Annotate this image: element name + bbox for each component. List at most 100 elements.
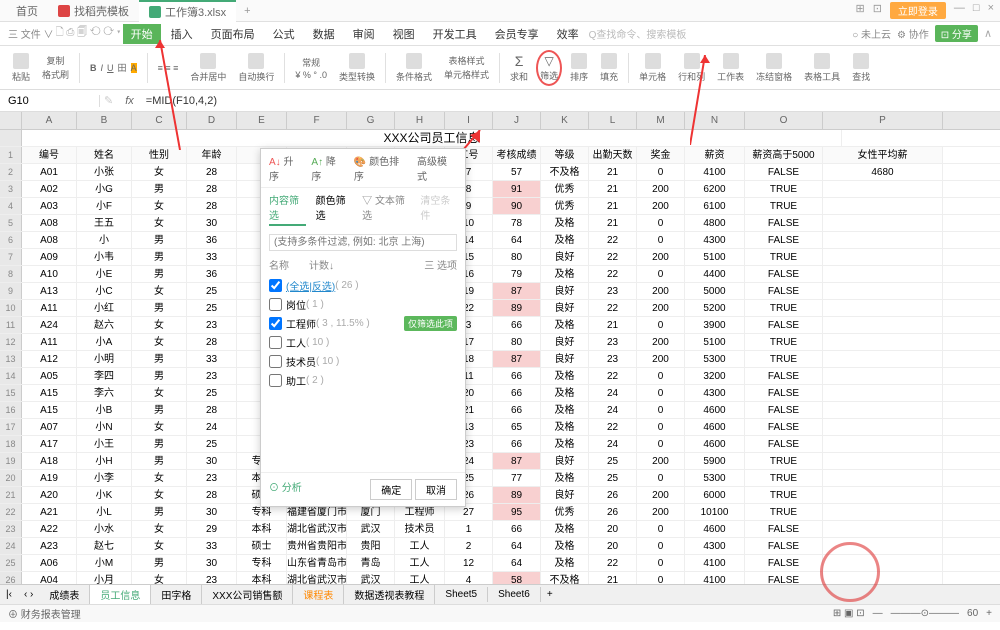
cell[interactable]: 男 [132, 555, 187, 571]
paste-tool[interactable]: 粘贴 [8, 53, 34, 83]
cell[interactable]: TRUE [745, 300, 823, 316]
row-number[interactable]: 4 [0, 198, 22, 214]
cell[interactable]: 小水 [77, 521, 132, 537]
cell[interactable]: 小H [77, 453, 132, 469]
cell[interactable]: 0 [637, 266, 685, 282]
cell[interactable]: 5300 [685, 351, 745, 367]
tab-color-filter[interactable]: 颜色筛选 [316, 192, 353, 226]
row-number[interactable]: 12 [0, 334, 22, 350]
cell[interactable]: 女 [132, 198, 187, 214]
col-header[interactable]: G [347, 112, 395, 129]
cell[interactable]: 64 [493, 555, 541, 571]
sort-tool[interactable]: 排序 [566, 53, 592, 83]
minimize-icon[interactable]: — [954, 2, 965, 19]
cell[interactable]: 80 [493, 249, 541, 265]
filter-item[interactable]: 工人 ( 10 ) [269, 333, 457, 352]
cloud-status[interactable]: ○ 未上云 [852, 26, 891, 41]
sheet-tab[interactable]: 课程表 [293, 585, 344, 604]
cell[interactable]: 87 [493, 351, 541, 367]
cell[interactable]: 87 [493, 283, 541, 299]
number-tools[interactable]: 常规¥ % ° .0 [291, 56, 331, 80]
cell[interactable]: 0 [637, 419, 685, 435]
cell[interactable]: 男 [132, 266, 187, 282]
cell[interactable]: 5300 [685, 470, 745, 486]
cell[interactable] [823, 402, 943, 418]
cell[interactable]: 6200 [685, 181, 745, 197]
cell[interactable]: 28 [187, 198, 237, 214]
cell[interactable]: FALSE [745, 538, 823, 554]
cell[interactable]: 87 [493, 453, 541, 469]
cell[interactable]: A20 [22, 487, 77, 503]
cell[interactable]: 小 [77, 232, 132, 248]
filter-item[interactable]: 助工 ( 2 ) [269, 371, 457, 390]
cell[interactable]: 女 [132, 215, 187, 231]
sum-tool[interactable]: Σ求和 [506, 53, 532, 83]
sort-desc-button[interactable]: A↑ 降序 [311, 153, 345, 183]
cell[interactable]: 21 [589, 198, 637, 214]
zoom-in-icon[interactable]: + [986, 608, 992, 619]
cell[interactable]: 男 [132, 504, 187, 520]
cell[interactable]: 200 [637, 198, 685, 214]
cell[interactable]: 男 [132, 368, 187, 384]
adv-mode-toggle[interactable]: 高级模式 [417, 153, 457, 183]
cell[interactable]: 4100 [685, 164, 745, 180]
cell[interactable] [823, 249, 943, 265]
cell[interactable]: 男 [132, 181, 187, 197]
cell[interactable]: FALSE [745, 283, 823, 299]
row-number[interactable]: 3 [0, 181, 22, 197]
search-box[interactable]: Q查找命令、搜索模板 [589, 26, 687, 41]
tab-templates[interactable]: 找稻壳模板 [48, 1, 139, 21]
cell[interactable]: 200 [637, 453, 685, 469]
col-header[interactable]: K [541, 112, 589, 129]
cell[interactable]: 89 [493, 300, 541, 316]
cell[interactable]: 23 [589, 283, 637, 299]
cell[interactable]: 及格 [541, 368, 589, 384]
cell[interactable]: 25 [187, 436, 237, 452]
cell[interactable] [823, 470, 943, 486]
cell[interactable]: A03 [22, 198, 77, 214]
cell[interactable]: 山东省青岛市 [287, 555, 347, 571]
share-button[interactable]: ⊡ 分享 [935, 25, 978, 42]
cell[interactable]: 28 [187, 487, 237, 503]
cell[interactable]: FALSE [745, 521, 823, 537]
row-number[interactable]: 22 [0, 504, 22, 520]
col-header[interactable]: E [237, 112, 287, 129]
cell[interactable]: 65 [493, 419, 541, 435]
row-number[interactable]: 25 [0, 555, 22, 571]
filter-checkbox[interactable] [269, 336, 282, 349]
sheet-tab[interactable]: 田字格 [151, 585, 202, 604]
cell[interactable] [823, 351, 943, 367]
cell[interactable]: A18 [22, 453, 77, 469]
sheet-tab[interactable]: Sheet6 [488, 587, 541, 602]
cell[interactable]: 女 [132, 521, 187, 537]
cell[interactable]: 200 [637, 181, 685, 197]
cell[interactable]: 良好 [541, 487, 589, 503]
cell[interactable]: 不及格 [541, 164, 589, 180]
cell[interactable]: 5000 [685, 283, 745, 299]
status-left[interactable]: ⊕ 财务报表管理 [8, 606, 81, 621]
cell[interactable]: 4600 [685, 521, 745, 537]
cell[interactable]: 3900 [685, 317, 745, 333]
cell[interactable]: 小红 [77, 300, 132, 316]
row-number[interactable]: 5 [0, 215, 22, 231]
formula-input[interactable]: =MID(F10,4,2) [142, 95, 1000, 107]
count-col[interactable]: 计数↓ [309, 257, 334, 272]
tab-text-filter[interactable]: ▽ 文本筛选 [362, 192, 410, 226]
cell[interactable]: 女 [132, 283, 187, 299]
row-number[interactable]: 14 [0, 368, 22, 384]
cell[interactable]: 22 [589, 249, 637, 265]
cell[interactable]: 4300 [685, 538, 745, 554]
cell[interactable]: A11 [22, 300, 77, 316]
cell[interactable]: 5100 [685, 249, 745, 265]
cell[interactable]: 0 [637, 436, 685, 452]
cell[interactable]: A06 [22, 555, 77, 571]
cell[interactable] [823, 436, 943, 452]
cell[interactable]: TRUE [745, 504, 823, 520]
cell[interactable]: 及格 [541, 538, 589, 554]
cell[interactable]: 赵六 [77, 317, 132, 333]
grid-icon[interactable]: ⊡ [873, 2, 882, 19]
cell[interactable]: 4680 [823, 164, 943, 180]
cell[interactable]: 及格 [541, 555, 589, 571]
filter-tool[interactable]: ▽筛选 [536, 50, 562, 86]
row-number[interactable]: 23 [0, 521, 22, 537]
